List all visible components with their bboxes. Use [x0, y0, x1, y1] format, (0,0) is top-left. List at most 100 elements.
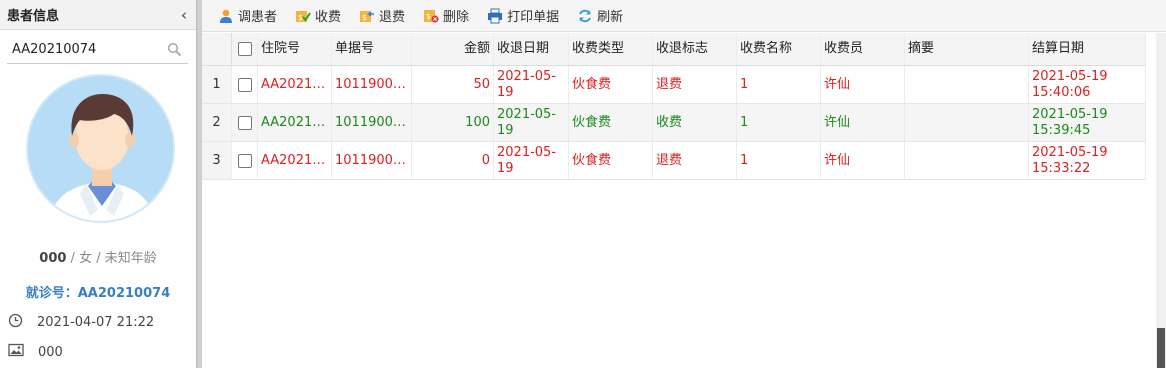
cell-summary	[905, 66, 1029, 103]
cell-amount: 0	[412, 142, 494, 179]
cell-transaction-date: 2021-05-19	[494, 66, 569, 103]
clock-icon	[8, 313, 23, 332]
visit-number: 就诊号：AA20210074	[25, 286, 171, 301]
call-patient-button[interactable]: 调患者	[218, 6, 277, 25]
print-label: 打印单据	[507, 10, 560, 25]
cell-charge-name: 1	[737, 104, 821, 141]
delete-button[interactable]: $ 删除	[423, 6, 469, 25]
cell-receipt-no: 1011900…	[332, 104, 412, 141]
cell-charge-type: 伙食费	[569, 104, 653, 141]
row-checkbox[interactable]	[237, 153, 252, 168]
header-charge-flag[interactable]: 收退标志	[653, 33, 737, 65]
cell-amount: 50	[412, 66, 494, 103]
image-icon	[8, 343, 24, 361]
cell-charge-type: 伙食费	[569, 142, 653, 179]
svg-text:$: $	[298, 13, 303, 22]
header-transaction-date[interactable]: 收退日期	[494, 33, 569, 65]
cell-summary	[905, 104, 1029, 141]
cell-receipt-no: 1011900…	[332, 142, 412, 179]
cell-cashier: 许仙	[821, 66, 905, 103]
header-charge-type[interactable]: 收费类型	[569, 33, 653, 65]
cell-transaction-date: 2021-05-19	[494, 142, 569, 179]
cell-charge-type: 伙食费	[569, 66, 653, 103]
photo-label: 000	[38, 344, 63, 360]
scrollbar-thumb[interactable]	[1157, 328, 1165, 368]
select-all-checkbox-cell	[232, 33, 258, 65]
patient-panel-title: 患者信息	[7, 9, 60, 24]
row-checkbox[interactable]	[237, 77, 252, 92]
patient-avatar	[26, 74, 175, 223]
charge-button[interactable]: $ 收费	[295, 6, 341, 25]
patient-panel-header: 患者信息 ‹	[0, 0, 196, 30]
cell-charge-name: 1	[737, 142, 821, 179]
cell-settlement-date: 2021-05-19 15:40:06	[1029, 66, 1146, 103]
refund-label: 退费	[379, 10, 406, 25]
header-cashier[interactable]: 收费员	[821, 33, 905, 65]
header-inpatient-no[interactable]: 住院号	[258, 33, 332, 65]
svg-text:$: $	[362, 13, 367, 22]
refresh-icon	[577, 8, 593, 24]
toolbar: 调患者 $ 收费 $ 退费 $ 删除 打印单据 刷新	[202, 0, 1166, 32]
row-number: 3	[202, 142, 232, 179]
charge-label: 收费	[315, 10, 342, 25]
table-row[interactable]: 3 AA2021… 1011900… 0 2021-05-19 伙食费 退费 1…	[202, 142, 1146, 180]
cell-charge-flag: 退费	[653, 142, 737, 179]
cell-cashier: 许仙	[821, 104, 905, 141]
delete-label: 删除	[443, 10, 470, 25]
call-patient-label: 调患者	[238, 10, 278, 25]
svg-text:$: $	[426, 12, 431, 21]
cell-transaction-date: 2021-05-19	[494, 104, 569, 141]
print-icon	[487, 8, 503, 24]
cell-cashier: 许仙	[821, 142, 905, 179]
cell-charge-flag: 收费	[653, 104, 737, 141]
cell-settlement-date: 2021-05-19 15:33:22	[1029, 142, 1146, 179]
photo-row: 000	[8, 343, 63, 361]
refund-icon: $	[359, 8, 375, 24]
patient-search-input[interactable]	[7, 42, 157, 57]
header-summary[interactable]: 摘要	[905, 33, 1029, 65]
row-number: 2	[202, 104, 232, 141]
patient-gender-age: / 女 / 未知年龄	[66, 251, 157, 266]
cell-charge-name: 1	[737, 66, 821, 103]
table-row[interactable]: 2 AA2021… 1011900… 100 2021-05-19 伙食费 收费…	[202, 104, 1146, 142]
patient-search	[7, 36, 188, 64]
main-area: 调患者 $ 收费 $ 退费 $ 删除 打印单据 刷新 住院号 单据号 金额 收退…	[202, 0, 1166, 368]
refresh-button[interactable]: 刷新	[577, 6, 623, 25]
table-row[interactable]: 1 AA2021… 1011900… 50 2021-05-19 伙食费 退费 …	[202, 66, 1146, 104]
header-charge-name[interactable]: 收费名称	[737, 33, 821, 65]
cell-receipt-no: 1011900…	[332, 66, 412, 103]
refresh-label: 刷新	[597, 10, 624, 25]
cell-settlement-date: 2021-05-19 15:39:45	[1029, 104, 1146, 141]
vertical-scrollbar[interactable]	[1156, 33, 1166, 368]
charge-icon: $	[295, 8, 311, 24]
cell-inpatient-no: AA2021…	[258, 104, 332, 141]
datetime-row: 2021-04-07 21:22	[8, 313, 154, 332]
patient-panel: 患者信息 ‹ 000 / 女 / 未知年龄 就诊号：AA20210074	[0, 0, 196, 368]
row-checkbox[interactable]	[237, 115, 252, 130]
cell-inpatient-no: AA2021…	[258, 66, 332, 103]
user-icon	[218, 8, 234, 24]
row-number: 1	[202, 66, 232, 103]
refund-button[interactable]: $ 退费	[359, 6, 405, 25]
grid-header: 住院号 单据号 金额 收退日期 收费类型 收退标志 收费名称 收费员 摘要 结算…	[202, 33, 1146, 66]
select-all-checkbox[interactable]	[237, 42, 252, 56]
row-checkbox-cell	[232, 142, 258, 179]
header-amount[interactable]: 金额	[412, 33, 494, 65]
patient-basic-info: 000 / 女 / 未知年龄	[0, 247, 196, 266]
cell-charge-flag: 退费	[653, 66, 737, 103]
delete-icon: $	[423, 8, 439, 24]
collapse-chevron-icon[interactable]: ‹	[178, 6, 190, 24]
cell-amount: 100	[412, 104, 494, 141]
header-settlement-date[interactable]: 结算日期	[1029, 33, 1146, 65]
header-receipt-no[interactable]: 单据号	[332, 33, 412, 65]
row-number-header	[202, 33, 232, 65]
registration-datetime: 2021-04-07 21:22	[37, 315, 155, 330]
cell-inpatient-no: AA2021…	[258, 142, 332, 179]
cell-summary	[905, 142, 1029, 179]
search-icon[interactable]	[167, 42, 182, 61]
patient-id: 000	[39, 251, 67, 266]
row-checkbox-cell	[232, 66, 258, 103]
print-button[interactable]: 打印单据	[487, 6, 559, 25]
row-checkbox-cell	[232, 104, 258, 141]
billing-grid: 住院号 单据号 金额 收退日期 收费类型 收退标志 收费名称 收费员 摘要 结算…	[202, 33, 1146, 180]
